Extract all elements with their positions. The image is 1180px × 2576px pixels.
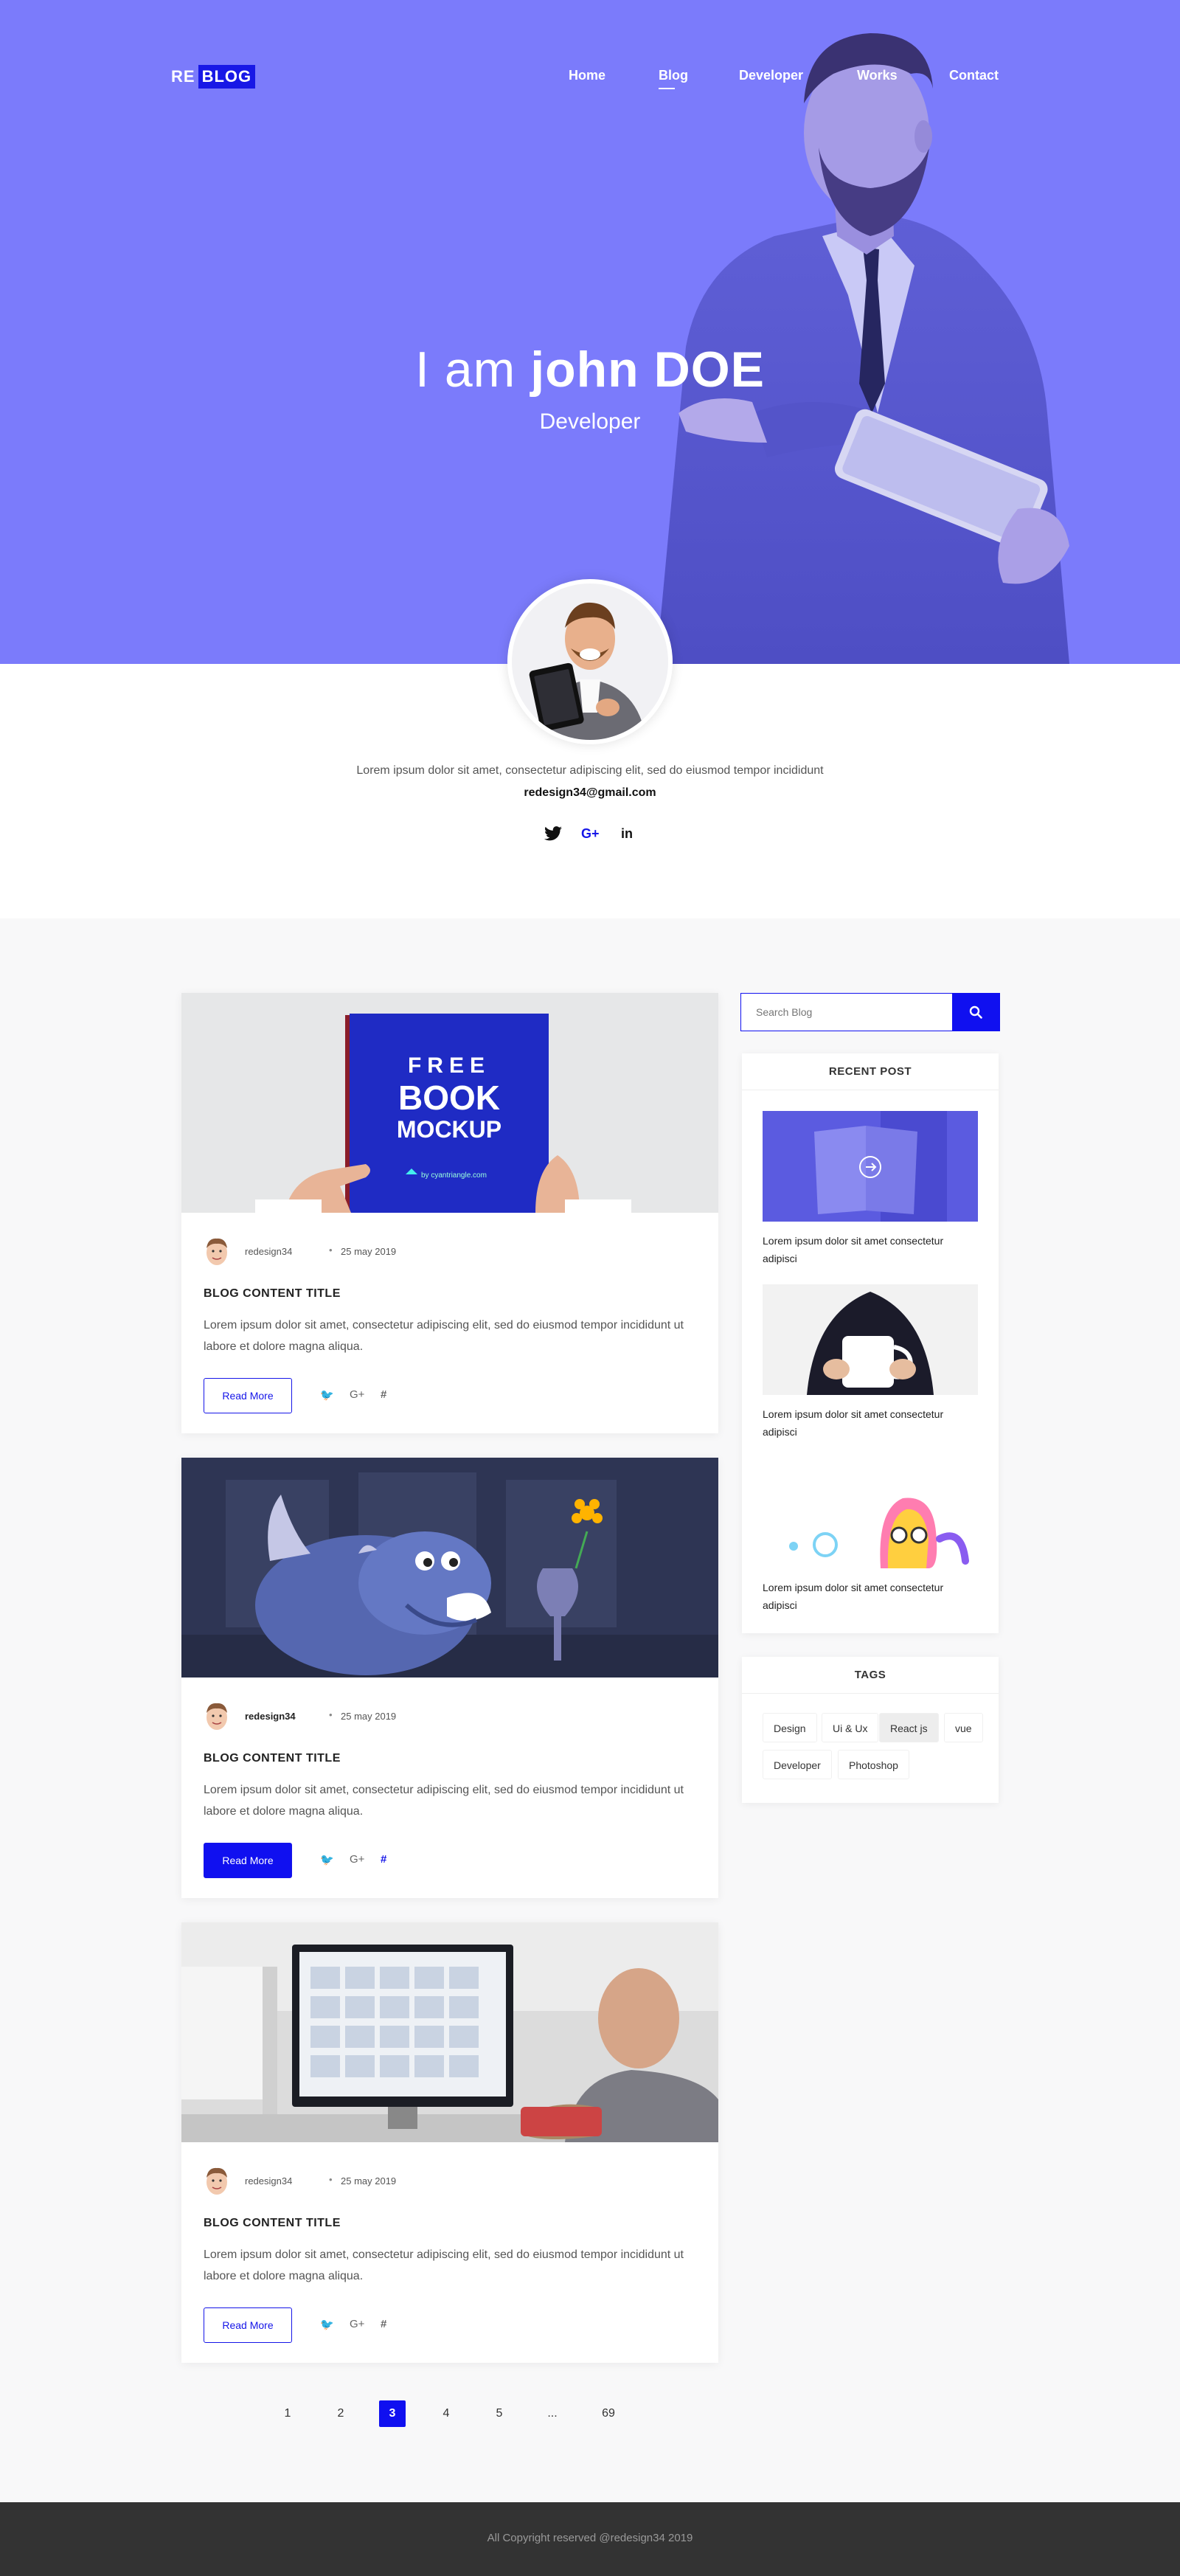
post-meta: redesign34 • 25 may 2019	[204, 2166, 425, 2195]
footer-copyright: All Copyright reserved @redesign34 2019	[487, 2532, 693, 2544]
page-2[interactable]: 2	[326, 2399, 355, 2428]
page: { "brand": {"logo_re": "RE", "logo_blog"…	[0, 0, 1180, 2576]
hero-title-prefix: I am	[415, 342, 531, 398]
post-date: 25 may 2019	[341, 1246, 397, 1257]
post-title[interactable]: BLOG CONTENT TITLE	[204, 2217, 341, 2230]
linkedin-icon[interactable]: in	[621, 826, 633, 842]
page-3-current[interactable]: 3	[379, 2400, 406, 2427]
google-plus-icon[interactable]: G+	[581, 826, 600, 842]
read-more-button[interactable]: Read More	[204, 1378, 292, 1413]
read-more-button[interactable]: Read More	[204, 1843, 292, 1878]
recent-posts-panel: RECENT POST Lorem ipsum dolor sit amet c…	[742, 1053, 999, 1633]
post-card-2: redesign34 • 25 may 2019 BLOG CONTENT TI…	[181, 1458, 718, 1898]
post-date: 25 may 2019	[341, 2175, 397, 2187]
post-title[interactable]: BLOG CONTENT TITLE	[204, 1287, 341, 1301]
book-line2: BOOK	[398, 1078, 500, 1117]
page-5[interactable]: 5	[485, 2399, 514, 2428]
read-more-button[interactable]: Read More	[204, 2307, 292, 2343]
hero-role: Developer	[539, 409, 641, 434]
recent-post-image-2[interactable]	[763, 1284, 978, 1395]
nav-contact[interactable]: Contact	[949, 68, 999, 83]
post-excerpt: Lorem ipsum dolor sit amet, consectetur …	[204, 2248, 684, 2282]
post-image-book-mockup[interactable]: FREE BOOK MOCKUP by cyantriangle.com	[181, 993, 718, 1213]
post-image-rhino[interactable]	[181, 1458, 718, 1677]
recent-post-text-2[interactable]: Lorem ipsum dolor sit amet consectetur a…	[763, 1405, 978, 1441]
post-share-icons: 🐦 G+ #	[320, 1853, 409, 1871]
recent-posts-title: RECENT POST	[742, 1053, 999, 1090]
hero-title: I am john DOE	[0, 341, 1180, 398]
post-excerpt: Lorem ipsum dolor sit amet, consectetur …	[204, 1784, 684, 1818]
post-title[interactable]: BLOG CONTENT TITLE	[204, 1752, 341, 1765]
post-author[interactable]: redesign34	[245, 1711, 296, 1722]
page-4[interactable]: 4	[431, 2399, 461, 2428]
tag-ui-ux[interactable]: Ui & Ux	[822, 1713, 879, 1742]
footer: All Copyright reserved @redesign34 2019	[0, 2502, 1180, 2576]
author-avatar	[206, 1238, 227, 1265]
book-line3: MOCKUP	[397, 1116, 502, 1143]
page-69[interactable]: 69	[594, 2399, 623, 2428]
slack-share-icon[interactable]: #	[381, 1388, 386, 1401]
tags-panel: TAGS Design Ui & Ux React js vue Develop…	[742, 1657, 999, 1803]
search-box	[740, 993, 1000, 1031]
slack-share-icon[interactable]: #	[381, 1853, 386, 1866]
tag-photoshop[interactable]: Photoshop	[838, 1750, 909, 1779]
page-ellipsis: ...	[547, 2407, 558, 2420]
tag-vue[interactable]: vue	[944, 1713, 983, 1742]
profile-socials: G+ in	[544, 826, 640, 848]
tag-design[interactable]: Design	[763, 1713, 817, 1742]
search-input[interactable]	[741, 994, 952, 1031]
tag-developer[interactable]: Developer	[763, 1750, 832, 1779]
recent-post-text-3[interactable]: Lorem ipsum dolor sit amet consectetur a…	[763, 1579, 978, 1614]
twitter-share-icon[interactable]: 🐦	[320, 1853, 334, 1866]
book-line1: FREE	[408, 1053, 490, 1078]
nav-home[interactable]: Home	[569, 68, 605, 83]
search-button[interactable]	[952, 994, 999, 1031]
post-share-icons: 🐦 G+ #	[320, 2318, 409, 2336]
twitter-share-icon[interactable]: 🐦	[320, 1388, 334, 1402]
google-plus-share-icon[interactable]: G+	[350, 1388, 364, 1401]
slack-share-icon[interactable]: #	[381, 2318, 386, 2330]
recent-post-text-1[interactable]: Lorem ipsum dolor sit amet consectetur a…	[763, 1232, 978, 1267]
tag-react-js[interactable]: React js	[879, 1713, 939, 1742]
author-avatar	[206, 1703, 227, 1730]
post-date: 25 may 2019	[341, 1711, 397, 1722]
profile-bio: Lorem ipsum dolor sit amet, consectetur …	[356, 764, 824, 777]
twitter-icon[interactable]	[544, 826, 562, 845]
post-excerpt: Lorem ipsum dolor sit amet, consectetur …	[204, 1319, 684, 1353]
hero-man-image	[656, 33, 1069, 664]
post-card-1: FREE BOOK MOCKUP by cyantriangle.com red…	[181, 993, 718, 1433]
recent-post-image-1[interactable]	[763, 1111, 978, 1222]
post-author[interactable]: redesign34	[245, 1246, 292, 1257]
search-icon	[969, 1005, 982, 1019]
post-author[interactable]: redesign34	[245, 2175, 292, 2187]
post-meta: redesign34 • 25 may 2019	[204, 1701, 425, 1731]
main-nav: Home Blog Developer Works Contact	[0, 68, 1180, 90]
hero-name: john DOE	[530, 342, 765, 398]
profile-photo	[512, 584, 668, 740]
nav-works[interactable]: Works	[857, 68, 898, 83]
meta-separator: •	[329, 2174, 333, 2185]
recent-post-image-3[interactable]	[763, 1458, 978, 1568]
meta-separator: •	[329, 1244, 333, 1256]
post-share-icons: 🐦 G+ #	[320, 1388, 409, 1406]
book-credit: by cyantriangle.com	[421, 1171, 487, 1180]
page-1[interactable]: 1	[273, 2399, 302, 2428]
nav-blog[interactable]: Blog	[659, 68, 688, 89]
google-plus-share-icon[interactable]: G+	[350, 1853, 364, 1866]
google-plus-share-icon[interactable]: G+	[350, 2318, 364, 2330]
post-image-developer[interactable]	[181, 1922, 718, 2142]
tags-title: TAGS	[742, 1657, 999, 1694]
profile-email[interactable]: redesign34@gmail.com	[0, 786, 1180, 800]
twitter-share-icon[interactable]: 🐦	[320, 2318, 334, 2331]
nav-developer[interactable]: Developer	[739, 68, 803, 83]
meta-separator: •	[329, 1709, 333, 1720]
post-card-3: redesign34 • 25 may 2019 BLOG CONTENT TI…	[181, 1922, 718, 2363]
author-avatar	[206, 2167, 227, 2195]
hero-section: RE BLOG Home Blog Developer Works Contac…	[0, 0, 1180, 664]
profile-avatar	[507, 579, 673, 744]
post-meta: redesign34 • 25 may 2019	[204, 1236, 425, 1266]
